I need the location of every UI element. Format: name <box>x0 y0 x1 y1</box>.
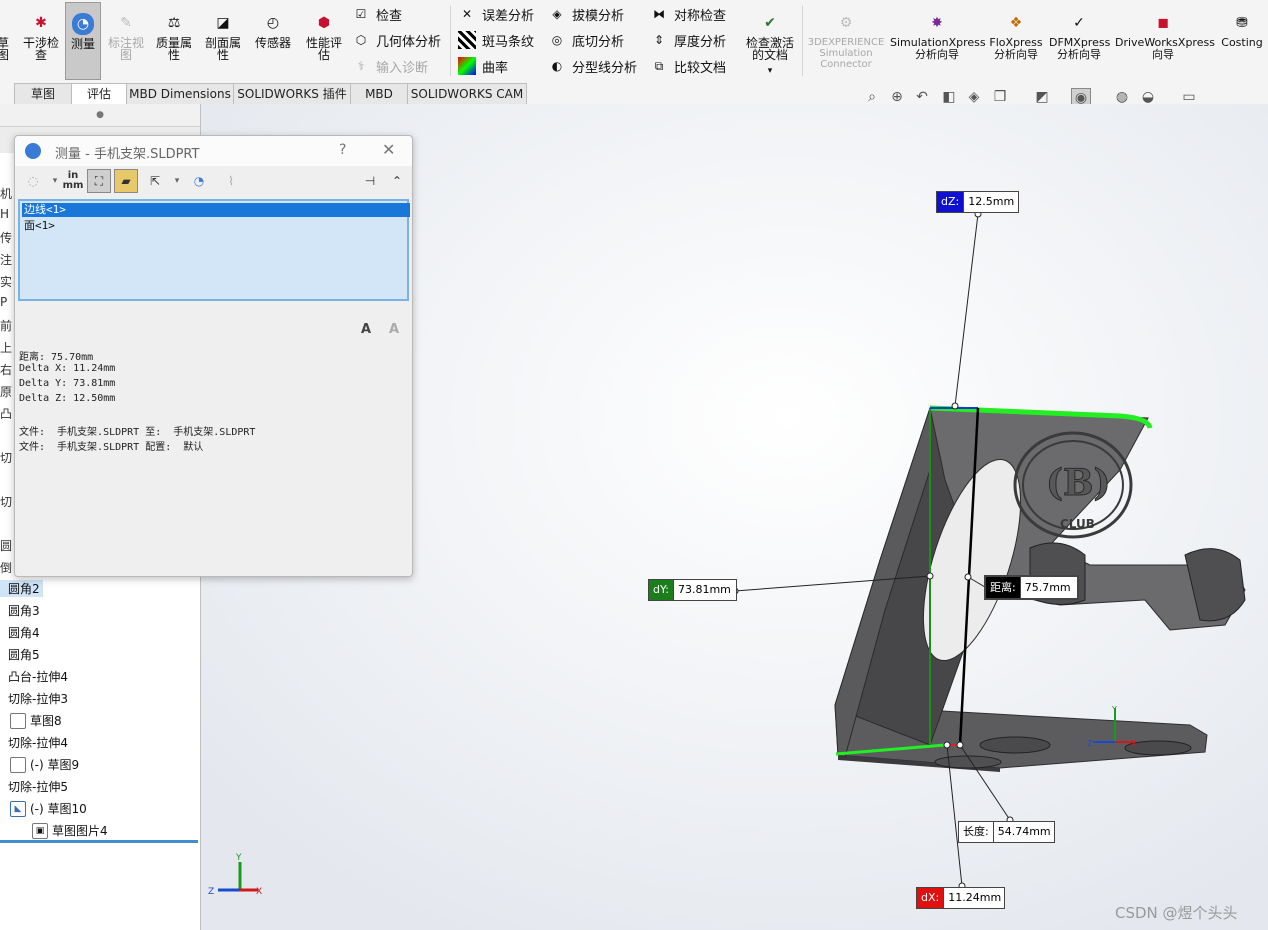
delta-z-callout[interactable]: dZ: 12.5mm <box>936 191 1020 213</box>
projection-icon: ⇱ <box>149 174 161 188</box>
units-precision-button[interactable]: in mm <box>61 169 85 193</box>
close-icon[interactable]: ✕ <box>382 140 395 159</box>
svg-text:X: X <box>1131 739 1137 748</box>
pin-icon[interactable]: ⊣ <box>358 169 382 193</box>
show-xyz-measurements-button[interactable]: ⛶ <box>87 169 111 193</box>
point-to-point-button[interactable]: ▰ <box>114 169 138 193</box>
delta-y-callout[interactable]: dY: 73.81mm <box>648 579 737 601</box>
delta-x-callout[interactable]: dX: 11.24mm <box>916 887 1006 909</box>
length-callout[interactable]: 长度: 54.74mm <box>958 821 1055 843</box>
svg-text:(B): (B) <box>1046 462 1111 504</box>
svg-text:Z: Z <box>1087 739 1093 748</box>
collapse-icon[interactable]: ⌃ <box>385 169 409 193</box>
help-button[interactable]: ? <box>339 142 346 158</box>
measure-icon <box>25 143 41 159</box>
watermark: CSDN @煜个头头 <box>1115 904 1238 922</box>
selection-list[interactable]: 边线<1> 面<1> <box>18 199 410 301</box>
arc-circle-options-icon[interactable]: ◌ <box>21 169 45 193</box>
increase-font-icon[interactable]: A <box>361 322 371 337</box>
delta-y-result: Delta Y: 73.81mm <box>19 378 116 389</box>
projection-button[interactable]: ⇱ <box>143 169 167 193</box>
history-icon: ◔ <box>193 174 205 188</box>
file-config-result: 文件: 手机支架.SLDPRT 配置: 默认 <box>19 442 204 453</box>
delta-z-result: Delta Z: 12.50mm <box>19 393 116 404</box>
xyz-icon: ⛶ <box>94 173 104 188</box>
delta-x-result: Delta X: 11.24mm <box>19 363 116 374</box>
svg-text:Y: Y <box>1111 705 1117 714</box>
svg-text:Z: Z <box>208 887 214 897</box>
distance-callout[interactable]: 距离: 75.7mm <box>984 575 1079 600</box>
measurement-history-button[interactable]: ◔ <box>187 169 211 193</box>
sensor-graph-icon: ⌇ <box>228 174 234 188</box>
create-sensor-button[interactable]: ⌇ <box>219 169 243 193</box>
file-from-to-result: 文件: 手机支架.SLDPRT 至: 手机支架.SLDPRT <box>19 427 256 438</box>
measure-dialog: 测量 - 手机支架.SLDPRT ? ✕ ◌ ▾ in mm ⛶ ▰ ⇱ ▾ ◔… <box>14 135 413 577</box>
svg-text:X: X <box>256 887 262 897</box>
list-item[interactable]: 边线<1> <box>22 203 410 217</box>
distance-result: 距离: 75.70mm <box>19 352 94 363</box>
svg-text:Y: Y <box>235 853 242 863</box>
measure-toolbar: ◌ ▾ in mm ⛶ ▰ ⇱ ▾ ◔ ⌇ ⊣ ⌃ <box>15 166 412 198</box>
chevron-down-icon[interactable]: ▾ <box>165 169 189 193</box>
measure-dialog-titlebar[interactable]: 测量 - 手机支架.SLDPRT ? ✕ <box>15 136 412 166</box>
list-item[interactable]: 面<1> <box>22 219 410 233</box>
decrease-font-icon[interactable]: A <box>389 322 399 337</box>
svg-text:CLUB: CLUB <box>1060 517 1095 531</box>
ruler-icon: ▰ <box>121 174 131 188</box>
